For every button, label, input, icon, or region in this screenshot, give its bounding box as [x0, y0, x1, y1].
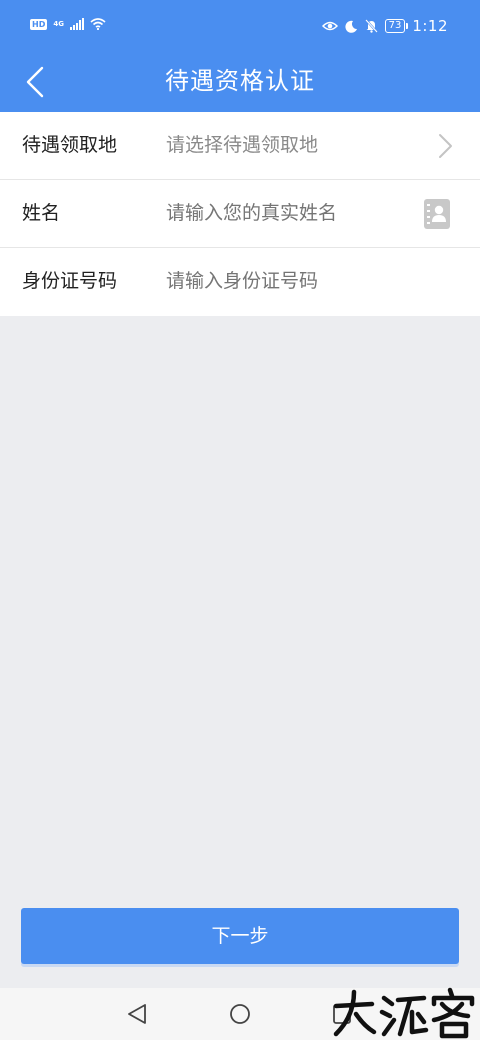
form-row-id-number[interactable]: 身份证号码: [0, 248, 480, 316]
id-number-input[interactable]: [166, 268, 416, 295]
signal-icon: [69, 18, 84, 30]
nav-back-icon[interactable]: [126, 1003, 148, 1025]
name-label: 姓名: [22, 202, 61, 224]
nav-home-icon[interactable]: [229, 1003, 251, 1025]
chevron-right-icon[interactable]: [436, 132, 454, 160]
next-step-button[interactable]: 下一步: [21, 908, 459, 964]
name-input[interactable]: [166, 200, 416, 227]
watermark-logo: [333, 987, 475, 1039]
contact-book-icon[interactable]: [424, 199, 450, 229]
id-number-label: 身份证号码: [22, 270, 118, 292]
status-bar: HD 4G 73 1:12: [0, 0, 480, 52]
hd-badge: HD: [30, 18, 48, 30]
status-left: HD 4G: [30, 18, 106, 30]
benefit-location-select[interactable]: 请选择待遇领取地: [166, 132, 416, 159]
eye-icon: [321, 21, 338, 31]
network-type: 4G: [53, 19, 64, 28]
wifi-icon: [90, 18, 106, 30]
battery-level: 73: [384, 19, 409, 33]
benefit-location-label: 待遇领取地: [22, 134, 118, 156]
form-row-benefit-location[interactable]: 待遇领取地 请选择待遇领取地: [0, 112, 480, 180]
status-right: 73 1:12: [321, 17, 448, 35]
page-title: 待遇资格认证: [165, 67, 315, 95]
moon-icon: [345, 20, 357, 33]
app-header: HD 4G 73 1:12 待遇资格认证: [0, 0, 480, 112]
nav-bar: 待遇资格认证: [0, 52, 480, 112]
form-row-name[interactable]: 姓名: [0, 180, 480, 248]
bell-muted-icon: [364, 19, 378, 33]
qualification-form: 待遇领取地 请选择待遇领取地 姓名 身份证号码: [0, 112, 480, 316]
status-time: 1:12: [412, 17, 448, 35]
